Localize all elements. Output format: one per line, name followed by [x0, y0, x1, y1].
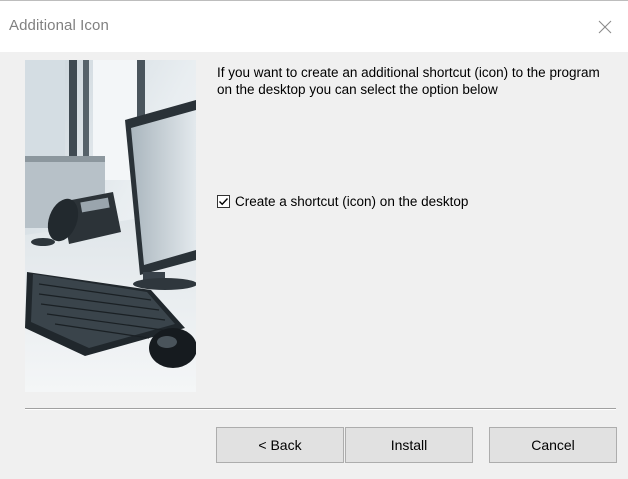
- intro-text: If you want to create an additional shor…: [217, 65, 600, 97]
- close-button[interactable]: [582, 2, 628, 52]
- dialog-content: If you want to create an additional shor…: [0, 52, 628, 479]
- installer-dialog: Additional Icon If you want to create an…: [0, 0, 628, 479]
- close-icon: [598, 20, 612, 34]
- desktop-shortcut-label[interactable]: Create a shortcut (icon) on the desktop: [235, 194, 468, 209]
- install-button[interactable]: Install: [345, 427, 473, 463]
- back-button[interactable]: < Back: [216, 427, 344, 463]
- separator-line: [25, 408, 616, 410]
- window-title: Additional Icon: [9, 17, 109, 34]
- checkmark-icon: [219, 198, 229, 206]
- side-banner-image: [25, 60, 196, 392]
- cancel-button[interactable]: Cancel: [489, 427, 617, 463]
- title-bar[interactable]: Additional Icon: [0, 0, 628, 52]
- desktop-shortcut-checkbox[interactable]: [217, 195, 230, 208]
- desktop-shortcut-option[interactable]: Create a shortcut (icon) on the desktop: [217, 194, 468, 209]
